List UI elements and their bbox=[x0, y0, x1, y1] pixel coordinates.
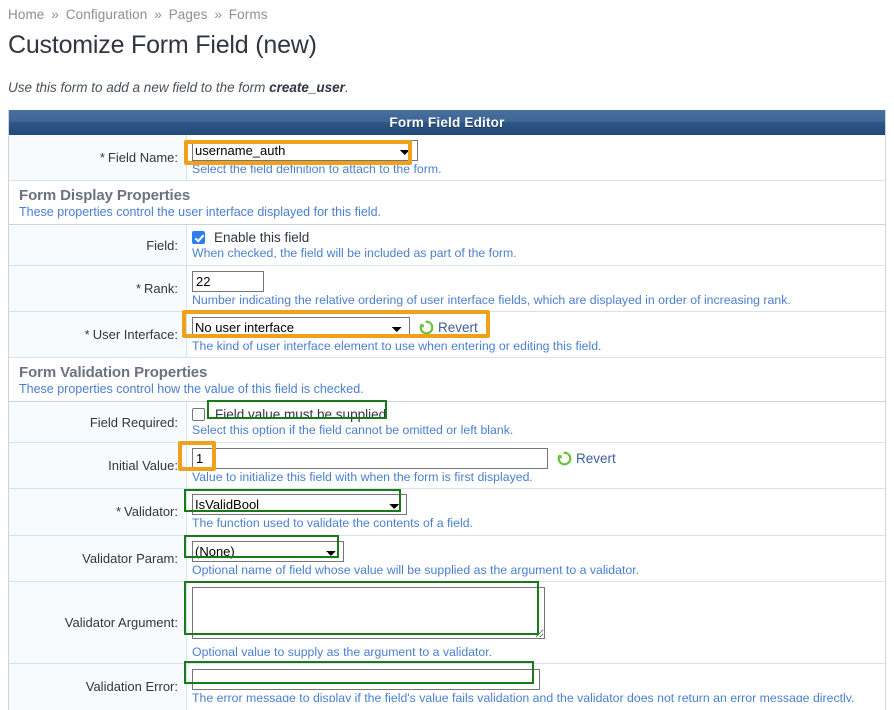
form-field-editor-table: Form Field Editor * Field Name: username… bbox=[8, 110, 886, 710]
intro-text: Use this form to add a new field to the … bbox=[8, 80, 894, 95]
label-field-name: * Field Name: bbox=[9, 135, 187, 181]
next-row-partial bbox=[8, 702, 886, 710]
help-field-required: Select this option if the field cannot b… bbox=[192, 423, 514, 438]
value-validator-argument: Optional value to supply as the argument… bbox=[187, 581, 885, 664]
label-text: User Interface: bbox=[92, 327, 178, 343]
required-asterisk: * bbox=[99, 150, 105, 166]
field-required-checkbox-label[interactable]: Field value must be supplied bbox=[215, 407, 386, 422]
label-field-required: Field Required: bbox=[9, 402, 187, 442]
value-field-name: username_auth Select the field definitio… bbox=[187, 135, 885, 181]
help-field-name: Select the field definition to attach to… bbox=[192, 162, 442, 176]
revert-label: Revert bbox=[438, 320, 478, 336]
intro-suffix: . bbox=[344, 80, 349, 95]
value-field-required: Field value must be supplied Select this… bbox=[187, 402, 885, 442]
next-row-label-cell bbox=[9, 702, 187, 710]
label-text: Validator Argument: bbox=[64, 615, 178, 631]
revert-circular-arrow-icon bbox=[557, 451, 572, 466]
section-form-display-properties: Form Display Properties These properties… bbox=[9, 181, 885, 226]
value-rank: Number indicating the relative ordering … bbox=[187, 265, 885, 312]
label-text: Validator Param: bbox=[82, 550, 178, 566]
label-field-enable: Field: bbox=[9, 225, 187, 265]
label-text: Field Required: bbox=[89, 414, 178, 430]
section-title: Form Display Properties bbox=[19, 187, 191, 205]
label-text: Field Name: bbox=[107, 150, 178, 166]
field-required-checkbox[interactable] bbox=[192, 408, 205, 422]
validator-select[interactable]: IsValidBool bbox=[192, 494, 407, 516]
enable-field-checkbox-label[interactable]: Enable this field bbox=[214, 230, 309, 245]
label-rank: * Rank: bbox=[9, 265, 187, 312]
label-initial-value: Initial Value: bbox=[9, 442, 187, 489]
breadcrumb-item-home[interactable]: Home bbox=[8, 7, 44, 22]
label-validator-param: Validator Param: bbox=[9, 535, 187, 581]
label-validator: * Validator: bbox=[9, 489, 187, 535]
help-initial-value: Value to initialize this field with when… bbox=[192, 469, 533, 484]
table-header: Form Field Editor bbox=[9, 110, 885, 135]
value-user-interface: No user interface Revert The kind of use… bbox=[187, 312, 885, 358]
help-validator-param: Optional name of field whose value will … bbox=[192, 562, 640, 577]
intro-prefix: Use this form to add a new field to the … bbox=[8, 80, 270, 95]
row-field-name: * Field Name: username_auth Select the f… bbox=[9, 135, 885, 182]
label-text: Validator: bbox=[124, 504, 178, 520]
rank-input[interactable] bbox=[192, 270, 264, 292]
help-validator-argument: Optional value to supply as the argument… bbox=[192, 644, 493, 659]
section-title: Form Validation Properties bbox=[19, 364, 208, 382]
validation-error-input[interactable] bbox=[192, 669, 540, 691]
required-asterisk: * bbox=[135, 280, 142, 296]
intro-form-name: create_user bbox=[269, 80, 345, 95]
initial-value-input[interactable] bbox=[192, 447, 548, 469]
revert-label: Revert bbox=[576, 450, 616, 466]
user-interface-select[interactable]: No user interface bbox=[192, 317, 410, 339]
field-name-select[interactable]: username_auth bbox=[192, 140, 418, 161]
section-description: These properties control the user interf… bbox=[19, 205, 381, 220]
label-text: Initial Value: bbox=[108, 457, 178, 473]
row-initial-value: Initial Value: Revert Value to initializ… bbox=[9, 442, 885, 490]
value-validator-param: (None) Optional name of field whose valu… bbox=[187, 535, 885, 581]
breadcrumb: Home » Configuration » Pages » Forms bbox=[0, 0, 894, 22]
breadcrumb-separator: » bbox=[214, 7, 222, 22]
row-validator-param: Validator Param: (None) Optional name of… bbox=[9, 535, 885, 582]
label-text: Field: bbox=[146, 237, 178, 253]
label-text: Validation Error: bbox=[85, 679, 178, 695]
help-validator: The function used to validate the conten… bbox=[192, 516, 473, 531]
breadcrumb-item-pages[interactable]: Pages bbox=[169, 7, 208, 22]
breadcrumb-item-configuration[interactable]: Configuration bbox=[66, 7, 148, 22]
revert-initial-value-button[interactable]: Revert bbox=[556, 450, 616, 467]
label-text: Rank: bbox=[144, 280, 178, 296]
row-field-enable: Field: Enable this field When checked, t… bbox=[9, 225, 885, 266]
help-user-interface: The kind of user interface element to us… bbox=[192, 339, 602, 354]
value-initial-value: Revert Value to initialize this field wi… bbox=[187, 442, 885, 489]
required-asterisk: * bbox=[84, 327, 90, 343]
help-rank: Number indicating the relative ordering … bbox=[192, 292, 791, 307]
required-asterisk: * bbox=[115, 504, 122, 520]
row-validator: * Validator: IsValidBool The function us… bbox=[9, 489, 885, 536]
row-field-required: Field Required: Field value must be supp… bbox=[9, 402, 885, 443]
validator-argument-textarea[interactable] bbox=[192, 586, 545, 639]
row-validator-argument: Validator Argument: Optional value to su… bbox=[9, 581, 885, 665]
help-field-enable: When checked, the field will be included… bbox=[192, 246, 517, 261]
row-user-interface: * User Interface: No user interface Reve… bbox=[9, 312, 885, 359]
page-title: Customize Form Field (new) bbox=[8, 31, 317, 59]
breadcrumb-separator: » bbox=[51, 7, 59, 22]
label-validator-argument: Validator Argument: bbox=[9, 581, 187, 664]
row-rank: * Rank: Number indicating the relative o… bbox=[9, 265, 885, 313]
breadcrumb-separator: » bbox=[154, 7, 162, 22]
breadcrumb-item-forms[interactable]: Forms bbox=[229, 7, 268, 22]
validator-param-select[interactable]: (None) bbox=[192, 540, 344, 562]
section-description: These properties control how the value o… bbox=[19, 382, 364, 397]
revert-circular-arrow-icon bbox=[419, 320, 434, 335]
revert-user-interface-button[interactable]: Revert bbox=[418, 319, 478, 336]
value-validator: IsValidBool The function used to validat… bbox=[187, 489, 885, 535]
label-user-interface: * User Interface: bbox=[9, 312, 187, 358]
section-form-validation-properties: Form Validation Properties These propert… bbox=[9, 358, 885, 403]
page-root: Home » Configuration » Pages » Forms Cus… bbox=[0, 0, 894, 710]
value-field-enable: Enable this field When checked, the fiel… bbox=[187, 225, 885, 265]
enable-field-checkbox[interactable] bbox=[192, 231, 205, 245]
